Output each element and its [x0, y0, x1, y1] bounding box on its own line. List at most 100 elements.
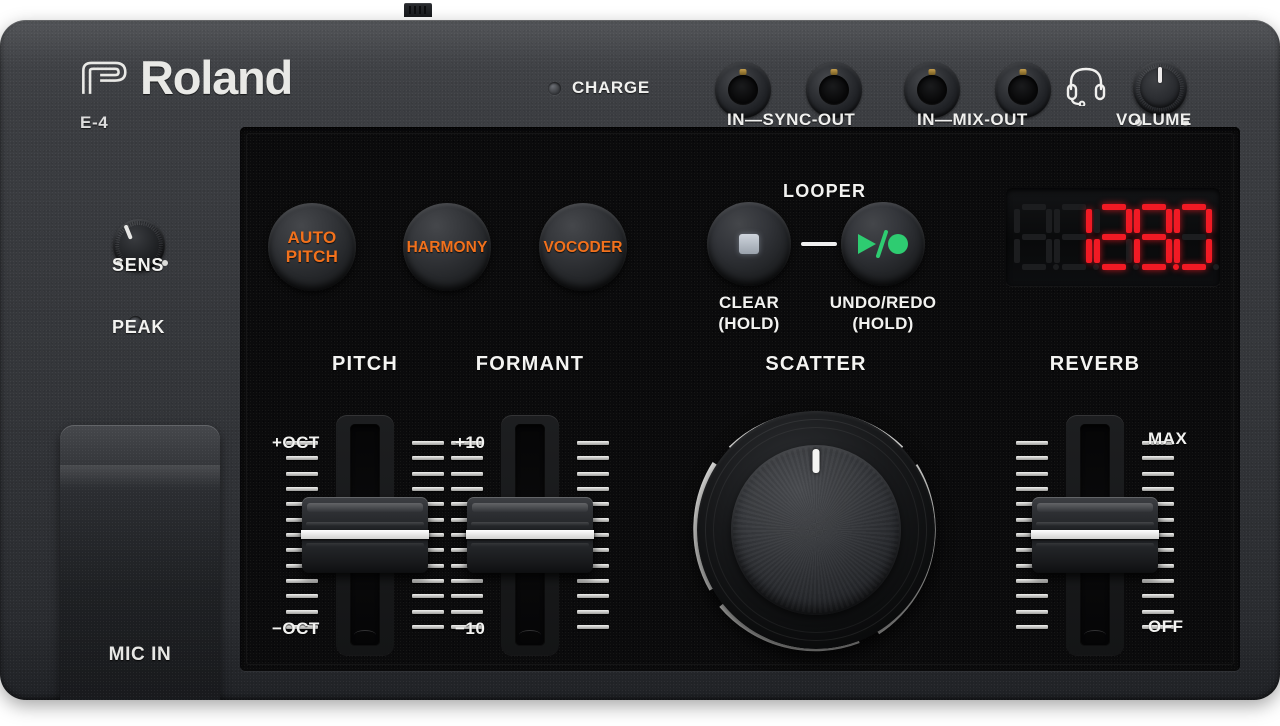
display-digit-1 — [1014, 204, 1059, 270]
formant-bottom-label: −10 — [455, 619, 486, 638]
fader-cap[interactable] — [1031, 497, 1159, 573]
volume-knob[interactable] — [1133, 61, 1187, 115]
fader-tick — [577, 441, 609, 445]
fader-tick — [286, 487, 318, 491]
pitch-bottom-label: −OCT — [272, 619, 320, 638]
harmony-label: HARMONY — [406, 238, 488, 256]
fader-tick — [1016, 579, 1048, 583]
looper-clear-caption: CLEAR (HOLD) — [718, 293, 780, 333]
mic-in-gloss — [60, 465, 220, 487]
fader-cap-groove — [1036, 543, 1154, 547]
display-digit-4 — [1134, 204, 1179, 270]
fader-tick — [577, 594, 609, 599]
fader-cap-groove — [471, 543, 589, 547]
formant-top-label: +10 — [455, 433, 486, 452]
fader-tick — [1016, 471, 1048, 476]
fader-tick — [1142, 609, 1174, 614]
stop-square-icon — [739, 234, 759, 254]
looper-undo-redo-caption: UNDO/REDO (HOLD) — [829, 293, 937, 333]
headphone-icon — [1066, 67, 1106, 106]
brand-logo: Roland — [80, 51, 293, 104]
looper-section-title: LOOPER — [783, 181, 867, 201]
fader-tick — [451, 471, 483, 476]
fader-cap-highlight — [472, 503, 588, 512]
jack-hole-icon — [819, 75, 849, 105]
fader-tick — [286, 609, 318, 614]
fader-tick — [412, 594, 444, 599]
harmony-button[interactable]: HARMONY — [403, 203, 491, 291]
tempo-display: 128.0 — [1006, 188, 1220, 286]
fader-cap-indicator-stripe — [466, 530, 594, 539]
model-name: E-4 — [80, 113, 109, 132]
looper-connector-line — [801, 242, 837, 246]
pitch-top-label: +OCT — [272, 433, 320, 452]
mic-in-module[interactable]: MIC IN — [60, 425, 220, 700]
fader-tick — [286, 471, 318, 476]
screenshot-root: Roland E-4 CHARGE IN—SYNC-OUT IN—MIX-OUT — [0, 0, 1280, 726]
display-digit-5 — [1174, 204, 1219, 270]
roland-e4-device: Roland E-4 CHARGE IN—SYNC-OUT IN—MIX-OUT — [0, 20, 1280, 700]
scatter-knob[interactable] — [697, 411, 935, 649]
auto-pitch-button[interactable]: AUTO PITCH — [268, 203, 356, 291]
fader-tick — [412, 471, 444, 476]
looper-undo-redo-button[interactable] — [841, 202, 925, 286]
jack-hole-icon — [917, 75, 947, 105]
fader-tick — [451, 609, 483, 614]
display-digit-2 — [1054, 204, 1099, 270]
fader-tick — [1016, 441, 1048, 445]
auto-pitch-label: AUTO PITCH — [285, 228, 339, 266]
reverb-section-title: REVERB — [1049, 353, 1141, 375]
fader-tick — [412, 609, 444, 614]
jack-hole-icon — [728, 75, 758, 105]
vocoder-label: VOCODER — [543, 238, 623, 256]
looper-clear-button[interactable] — [707, 202, 791, 286]
fader-tick — [1142, 487, 1174, 491]
fader-tick — [1016, 609, 1048, 614]
pitch-section-title: PITCH — [332, 353, 398, 375]
fader-tick — [451, 594, 483, 599]
fader-tick — [1016, 594, 1048, 599]
fader-tick — [577, 456, 609, 461]
fader-tick — [1142, 456, 1174, 461]
fader-tick — [577, 609, 609, 614]
fader-cap-groove — [306, 543, 424, 547]
fader-cap-indicator-stripe — [1031, 530, 1159, 539]
jack-hole-icon — [1008, 75, 1038, 105]
fader-tick — [412, 456, 444, 461]
fader-cap-indicator-stripe — [301, 530, 429, 539]
fader-tick — [412, 441, 444, 445]
fader-cap[interactable] — [301, 497, 429, 573]
fader-cap-highlight — [1037, 503, 1153, 512]
fader-tick — [412, 487, 444, 491]
fader-cap-highlight — [307, 503, 423, 512]
roland-logo-icon — [82, 61, 127, 94]
fader-tick — [577, 625, 609, 629]
fader-tick — [577, 579, 609, 583]
fader-cap-groove — [306, 522, 424, 526]
fader-tick — [451, 487, 483, 491]
sens-label: SENS — [112, 255, 165, 275]
fader-tick — [451, 456, 483, 461]
fader-tick — [1142, 594, 1174, 599]
charge-led-icon — [548, 81, 561, 95]
scatter-section-title: SCATTER — [765, 353, 867, 375]
fader-tick — [1142, 471, 1174, 476]
fader-tick — [577, 487, 609, 491]
fader-cap[interactable] — [466, 497, 594, 573]
mic-in-label: MIC IN — [108, 644, 172, 665]
display-digit-3 — [1094, 204, 1139, 270]
peak-label: PEAK — [112, 317, 166, 337]
vocoder-button[interactable]: VOCODER — [539, 203, 627, 291]
scatter-control[interactable] — [661, 390, 971, 670]
charge-label: CHARGE — [572, 78, 650, 97]
reverb-top-label: MAX — [1148, 429, 1188, 448]
fader-tick — [286, 579, 318, 583]
brand-wordmark: Roland — [140, 51, 293, 104]
fader-tick — [577, 471, 609, 476]
fader-tick — [1016, 487, 1048, 491]
fader-tick — [451, 579, 483, 583]
top-clip-tab — [404, 3, 432, 17]
fader-tick — [286, 456, 318, 461]
fader-tick — [412, 579, 444, 583]
fader-tick — [412, 625, 444, 629]
